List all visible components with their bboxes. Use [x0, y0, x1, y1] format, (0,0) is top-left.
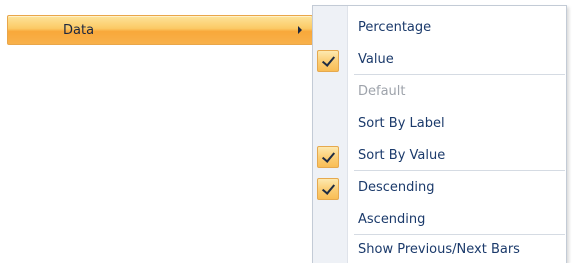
menu-item-show-previous-next-bars[interactable]: Show Previous/Next Bars [313, 236, 566, 263]
menu-item-label: Value [358, 52, 394, 67]
menu-item-sort-by-value[interactable]: Sort By Value [313, 142, 566, 172]
menu-item-percentage[interactable]: Percentage [313, 14, 566, 44]
menu-item-data[interactable]: Data [7, 15, 313, 45]
menu-item-data-label: Data [63, 23, 95, 38]
menu-separator [354, 234, 565, 235]
menu-item-descending[interactable]: Descending [313, 174, 566, 204]
checkmark-icon [317, 146, 339, 168]
menu-item-value[interactable]: Value [313, 46, 566, 76]
menu-item-label: Ascending [358, 212, 426, 227]
menu-item-sort-by-label[interactable]: Sort By Label [313, 110, 566, 140]
menu-separator [354, 170, 565, 171]
menu-stage: Data Percentage Value Default Sort By La… [0, 0, 574, 263]
menu-item-label: Sort By Value [358, 148, 446, 163]
menu-item-label: Show Previous/Next Bars [358, 242, 520, 257]
menu-separator [354, 74, 565, 75]
menu-item-label: Descending [358, 180, 435, 195]
checkmark-icon [317, 50, 339, 72]
submenu-arrow-icon [298, 26, 302, 34]
menu-item-label: Sort By Label [358, 116, 445, 131]
checkmark-icon [317, 178, 339, 200]
menu-item-label: Percentage [358, 20, 432, 35]
menu-item-default: Default [313, 78, 566, 108]
data-submenu: Percentage Value Default Sort By Label S… [312, 5, 567, 263]
menu-item-label: Default [358, 84, 406, 99]
menu-item-ascending[interactable]: Ascending [313, 206, 566, 236]
